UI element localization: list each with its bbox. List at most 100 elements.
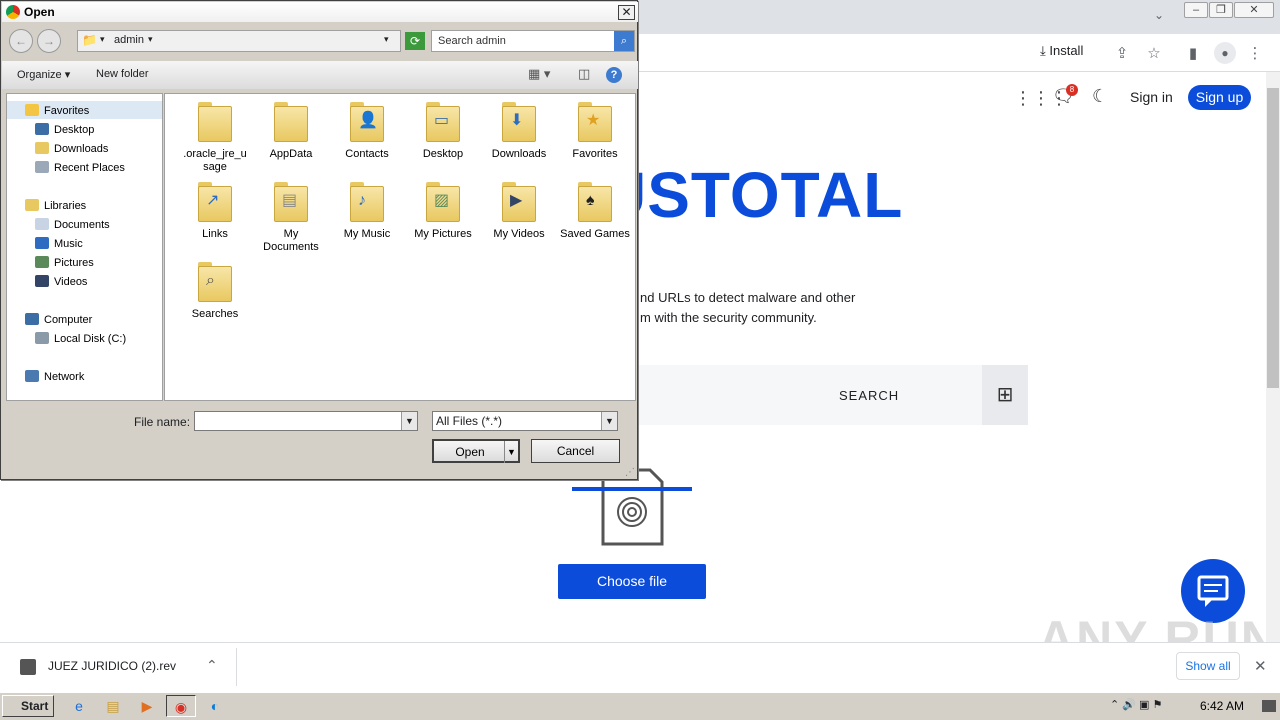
folder-item[interactable]: ⌕ Searches xyxy=(180,260,250,321)
api-icon[interactable]: ⊞ xyxy=(982,365,1028,425)
explorer-taskbar-icon[interactable]: ▤ xyxy=(100,695,126,717)
start-button[interactable]: Start xyxy=(2,695,54,717)
nav-music[interactable]: Music xyxy=(35,237,83,250)
back-button[interactable]: ← xyxy=(9,29,33,53)
bookmark-star-icon[interactable]: ☆ xyxy=(1144,44,1164,64)
download-chevron-up-icon[interactable]: ⌃ xyxy=(206,657,218,674)
nav-recent-places[interactable]: Recent Places xyxy=(35,161,125,174)
resize-grip-icon[interactable]: ⋰ xyxy=(625,467,635,478)
edge-taskbar-icon[interactable]: ◐ xyxy=(202,695,228,717)
sign-in-link[interactable]: Sign in xyxy=(1130,89,1173,105)
folder-item[interactable]: ▭ Desktop xyxy=(408,100,478,161)
tray-icons[interactable]: ⌃ 🔊 ▣ ⚑ xyxy=(1110,698,1162,711)
file-type-select[interactable]: All Files (*.*) ▼ xyxy=(432,411,618,431)
libraries-icon xyxy=(25,199,39,211)
address-bar[interactable]: 📁 ▾ admin ▾ ▾ xyxy=(77,30,401,52)
view-options-icon[interactable]: ▦ ▾ xyxy=(528,66,550,82)
download-file-name[interactable]: JUEZ JURIDICO (2).rev xyxy=(48,659,176,673)
breadcrumb-admin[interactable]: admin xyxy=(114,34,144,46)
nav-localdisk-label: Local Disk (C:) xyxy=(54,333,127,345)
search-tab[interactable] xyxy=(600,365,1028,425)
desktop-icon xyxy=(35,123,49,135)
recent-places-icon xyxy=(35,161,49,173)
folder-label: My Documents xyxy=(263,228,319,253)
download-bar-close-icon[interactable]: ✕ xyxy=(1254,657,1267,675)
nav-favorites[interactable]: Favorites xyxy=(25,104,89,117)
folder-item[interactable]: ▶ My Videos xyxy=(484,180,554,241)
address-dropdown-icon[interactable]: ▾ xyxy=(384,34,389,45)
browser-menu-icon[interactable]: ⋮ xyxy=(1245,44,1265,64)
nav-music-label: Music xyxy=(54,238,83,250)
dark-mode-moon-icon[interactable]: ☾ xyxy=(1092,86,1108,107)
cancel-button[interactable]: Cancel xyxy=(531,439,620,463)
folder-item[interactable]: ♠ Saved Games xyxy=(560,180,630,241)
dialog-close-button[interactable]: ✕ xyxy=(618,5,635,20)
chrome-taskbar-icon[interactable]: ◉ xyxy=(166,695,196,717)
nav-computer[interactable]: Computer xyxy=(25,313,92,326)
file-type-dropdown-icon[interactable]: ▼ xyxy=(601,412,617,430)
folder-icon xyxy=(196,100,234,144)
page-scrollbar-thumb[interactable] xyxy=(1267,88,1279,388)
preview-pane-icon[interactable]: ◫ xyxy=(578,66,590,82)
folder-item[interactable]: 👤 Contacts xyxy=(332,100,402,161)
file-name-dropdown-icon[interactable]: ▼ xyxy=(401,412,417,430)
new-folder-button[interactable]: New folder xyxy=(96,68,149,80)
search-tab-label[interactable]: SEARCH xyxy=(839,388,899,403)
nav-desktop[interactable]: Desktop xyxy=(35,123,94,136)
folder-label: .oracle_jre_u sage xyxy=(183,148,247,173)
open-split-arrow-icon[interactable]: ▼ xyxy=(504,441,518,463)
show-desktop-icon[interactable] xyxy=(1262,700,1276,712)
media-player-taskbar-icon[interactable]: ▶ xyxy=(134,695,160,717)
organize-button[interactable]: Organize ▾ xyxy=(17,68,70,81)
refresh-icon[interactable]: ⟳ xyxy=(405,32,425,50)
folder-item[interactable]: AppData xyxy=(256,100,326,161)
search-field[interactable]: Search admin ⌕ xyxy=(431,30,635,52)
nav-libraries[interactable]: Libraries xyxy=(25,199,86,212)
ie-taskbar-icon[interactable]: e xyxy=(66,695,92,717)
file-name-input[interactable]: ▼ xyxy=(194,411,418,431)
nav-computer-label: Computer xyxy=(44,314,93,326)
folder-item[interactable]: ⬇ Downloads xyxy=(484,100,554,161)
folder-item[interactable]: ▤ My Documents xyxy=(256,180,326,254)
forward-button[interactable]: → xyxy=(37,29,61,53)
search-icon[interactable]: ⌕ xyxy=(614,31,634,51)
folder-label: Favorites xyxy=(572,148,618,160)
folder-item[interactable]: ↗ Links xyxy=(180,180,250,241)
command-bar: Organize ▾ New folder ▦ ▾ ◫ ? xyxy=(2,61,638,89)
nav-local-disk[interactable]: Local Disk (C:) xyxy=(35,332,126,345)
breadcrumb-admin-arrow-icon[interactable]: ▾ xyxy=(148,34,153,45)
install-button[interactable]: ⤓ Install xyxy=(1040,43,1083,59)
profile-avatar-icon[interactable]: ● xyxy=(1214,42,1236,64)
videos-folder-icon: ▶ xyxy=(500,180,538,224)
browser-close-button[interactable]: ✕ xyxy=(1234,2,1274,18)
breadcrumb-arrow-icon[interactable]: ▾ xyxy=(100,34,105,45)
download-divider xyxy=(236,648,237,686)
tagline-line-1: nd URLs to detect malware and other xyxy=(640,290,856,305)
show-all-button[interactable]: Show all xyxy=(1176,652,1240,680)
share-icon[interactable]: ⇪ xyxy=(1112,44,1132,64)
nav-network[interactable]: Network xyxy=(25,370,84,383)
contacts-folder-icon: 👤 xyxy=(348,100,386,144)
folder-item[interactable]: .oracle_jre_u sage xyxy=(180,100,250,174)
sign-up-button[interactable]: Sign up xyxy=(1188,85,1251,110)
nav-downloads[interactable]: Downloads xyxy=(35,142,108,155)
side-panel-icon[interactable]: ▮ xyxy=(1183,44,1203,64)
tab-search-chevron-icon[interactable]: ⌄ xyxy=(1154,8,1164,22)
folder-label: AppData xyxy=(269,148,313,160)
folder-item[interactable]: ♪ My Music xyxy=(332,180,402,241)
choose-file-button[interactable]: Choose file xyxy=(558,564,706,599)
nav-videos[interactable]: Videos xyxy=(35,275,87,288)
nav-desktop-label: Desktop xyxy=(54,124,95,136)
nav-pictures[interactable]: Pictures xyxy=(35,256,94,269)
taskbar-clock: 6:42 AM xyxy=(1200,699,1245,713)
nav-documents[interactable]: Documents xyxy=(35,218,110,231)
organize-label: Organize xyxy=(17,69,62,81)
folder-item[interactable]: ▨ My Pictures xyxy=(408,180,478,241)
dialog-title-bar[interactable]: Open xyxy=(2,2,638,22)
open-button[interactable]: Open ▼ xyxy=(432,439,520,463)
help-icon[interactable]: ? xyxy=(606,67,622,83)
browser-minimize-button[interactable]: – xyxy=(1184,2,1208,18)
download-file-icon xyxy=(20,659,36,675)
folder-item[interactable]: ★ Favorites xyxy=(560,100,630,161)
browser-restore-button[interactable]: ❐ xyxy=(1209,2,1233,18)
